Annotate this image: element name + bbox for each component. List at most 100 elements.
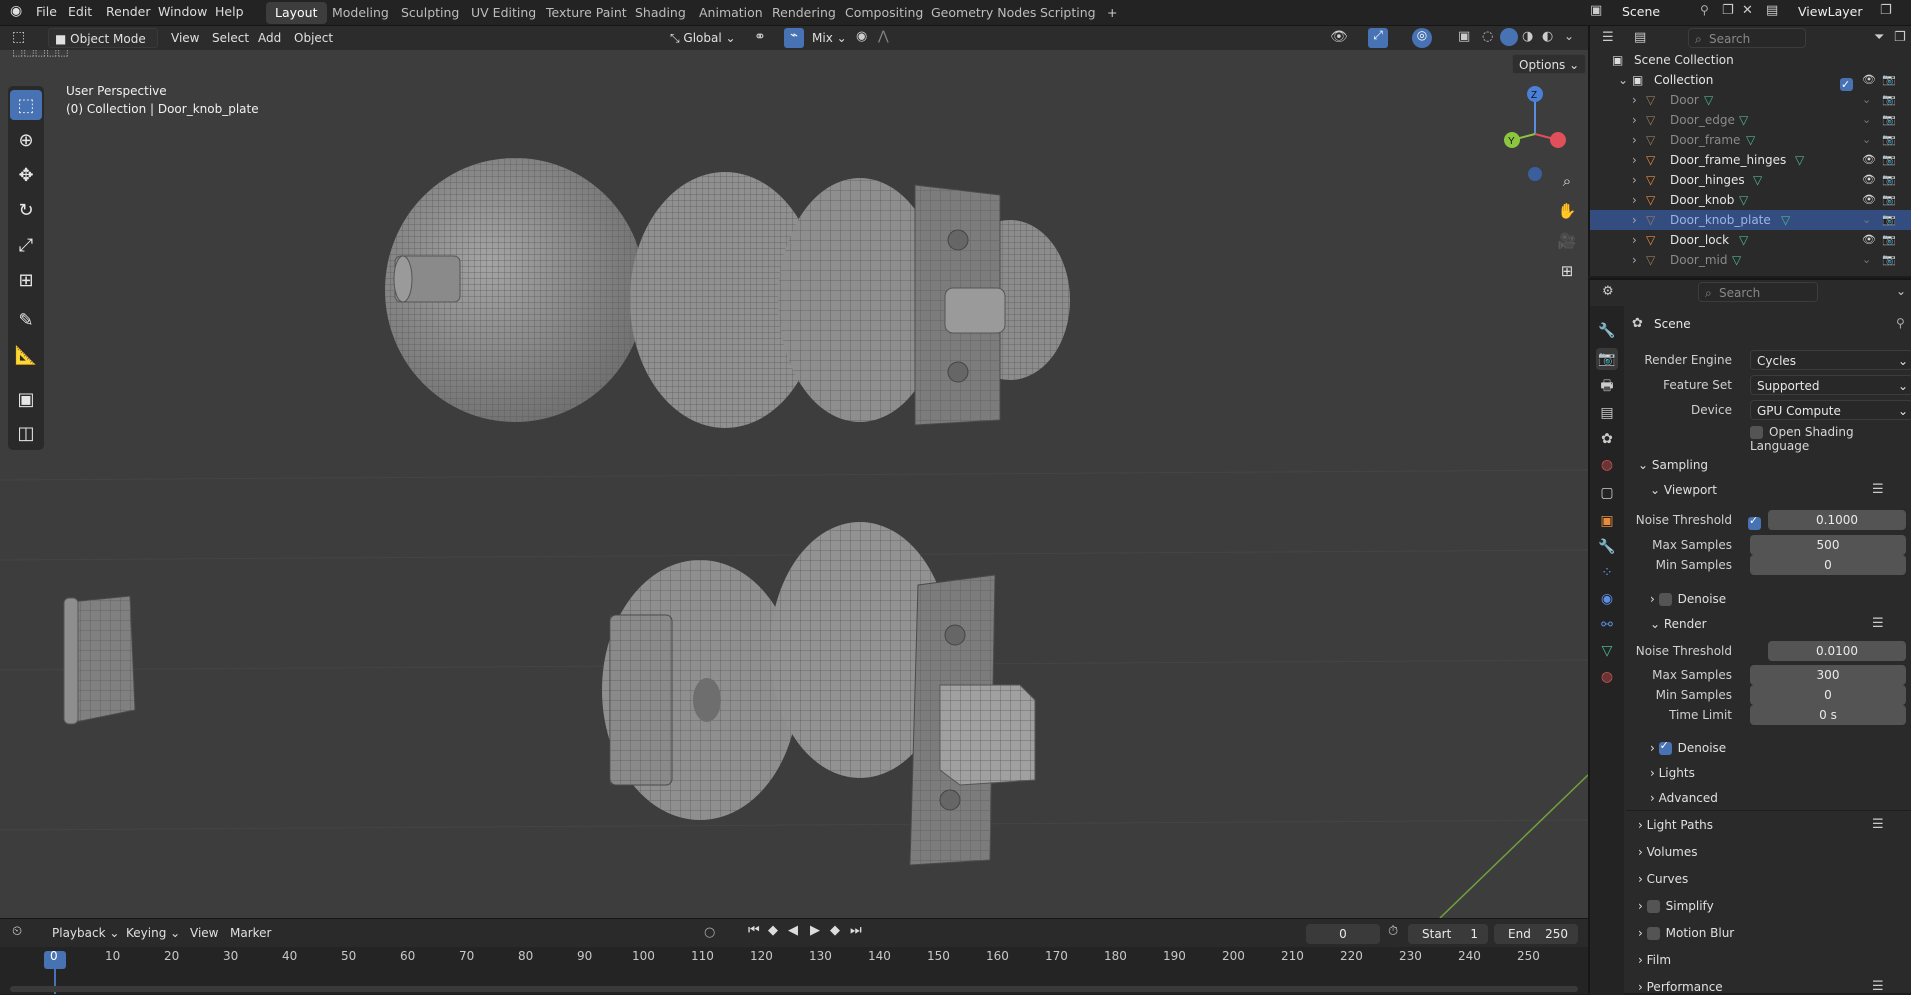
mesh-data-icon[interactable]: ▽ (1739, 190, 1748, 210)
blender-logo-icon[interactable]: ◉ (10, 3, 22, 19)
tool-tab-icon[interactable]: 🔧 (1596, 320, 1618, 342)
add-workspace-button[interactable]: + (1098, 2, 1126, 24)
play-icon[interactable]: ▶ (810, 923, 820, 938)
select-box-tool-icon[interactable]: ⬚ (10, 90, 42, 120)
play-reverse-icon[interactable]: ◀ (788, 923, 798, 938)
solid-shading-icon[interactable] (1500, 28, 1518, 46)
outliner-row-object[interactable]: › ▽ Door_edge ▽ ⌄ 📷 (1590, 110, 1911, 130)
view-layer-field[interactable]: ViewLayer (1798, 4, 1863, 19)
jump-end-icon[interactable]: ⏭ (850, 923, 862, 938)
eye-icon[interactable]: 👁 (1862, 150, 1876, 170)
mesh-data-icon[interactable]: ▽ (1732, 250, 1741, 270)
select-menu[interactable]: Select (206, 28, 255, 48)
expand-chevron-icon[interactable]: › (1632, 230, 1637, 250)
particles-tab-icon[interactable]: ⁘ (1596, 562, 1618, 584)
editor-type-icon[interactable]: ⬚ (12, 29, 25, 45)
eye-icon[interactable]: 👁 (1862, 190, 1876, 210)
display-mode-icon[interactable]: ▤ (1634, 30, 1646, 45)
add-cube-tool-icon[interactable]: ▣ (10, 384, 42, 414)
physics-tab-icon[interactable]: ◉ (1596, 588, 1618, 610)
viewport-noise-threshold-field[interactable]: 0.1000 (1768, 510, 1906, 530)
current-frame-field[interactable]: 0 (1306, 924, 1380, 944)
render-camera-icon[interactable]: 📷 (1882, 250, 1896, 270)
material-tab-icon[interactable]: ◍ (1596, 666, 1618, 688)
render-camera-icon[interactable]: 📷 (1882, 170, 1896, 190)
pan-hand-icon[interactable]: ✋ (1554, 198, 1580, 224)
render-camera-icon[interactable]: 📷 (1882, 190, 1896, 210)
render-camera-icon[interactable]: 📷 (1882, 210, 1896, 230)
output-tab-icon[interactable]: 🖶 (1596, 376, 1618, 398)
render-camera-icon[interactable]: 📷 (1882, 110, 1896, 130)
add-object-tool-icon[interactable]: ◫ (10, 418, 42, 448)
snap-mode-dropdown[interactable]: Mix ⌄ (806, 28, 853, 48)
gizmo-toggle-icon[interactable]: ⤢ (1368, 28, 1388, 48)
menu-window[interactable]: Window (158, 4, 207, 19)
select-mode-icons[interactable]: ⬚⬚⬚⬚⬚ (12, 50, 69, 58)
render-camera-icon[interactable]: 📷 (1882, 130, 1896, 150)
render-subpanel-header[interactable]: ⌄ Render (1650, 617, 1707, 631)
constraints-tab-icon[interactable]: ⚯ (1596, 614, 1618, 636)
volumes-panel-header[interactable]: › Volumes (1638, 845, 1698, 859)
preview-range-icon[interactable]: ⏱ (1388, 924, 1398, 939)
playback-menu[interactable]: Playback ⌄ (46, 923, 125, 943)
timeline-editor-type-icon[interactable]: ⏲ (12, 924, 22, 939)
door-lock-mesh[interactable] (602, 522, 1036, 866)
viewport-denoise-subpanel[interactable]: › Denoise (1650, 592, 1726, 606)
collection-tab-icon[interactable]: ▢ (1596, 482, 1618, 504)
outliner-row-object[interactable]: › ▽ Door_knob ▽ 👁 📷 (1590, 190, 1911, 210)
eye-closed-icon[interactable]: ⌄ (1862, 130, 1871, 150)
cursor-tool-icon[interactable]: ⊕ (10, 125, 42, 155)
collapse-chevron-icon[interactable]: ⌄ (1618, 70, 1628, 90)
presets-list-icon[interactable]: ☰ (1872, 817, 1884, 832)
camera-view-icon[interactable]: 🎥 (1554, 228, 1580, 254)
feature-set-dropdown[interactable]: Supported ⌄ (1750, 375, 1911, 395)
snap-toggle-icon[interactable]: ⌁ (784, 28, 804, 48)
door-hinge-mesh[interactable] (63, 595, 136, 725)
viewport-noise-threshold-checkbox[interactable] (1748, 514, 1761, 530)
3d-viewport[interactable]: ⬚ ⊕ ✥ ↻ ⤢ ⊞ ✎ 📐 ▣ ◫ ⬚⬚⬚⬚⬚ User Perspecti… (0, 50, 1588, 918)
filter-icon[interactable]: ⏷ (1874, 30, 1884, 45)
workspace-tab-compositing[interactable]: Compositing (836, 2, 932, 24)
presets-list-icon[interactable]: ☰ (1872, 616, 1884, 631)
options-dropdown[interactable]: Options ⌄ (1512, 54, 1587, 74)
proportional-edit-icon[interactable]: ◉ (856, 29, 867, 44)
new-scene-icon[interactable]: ❐ (1722, 3, 1734, 18)
viewport-max-samples-field[interactable]: 500 (1750, 535, 1906, 555)
expand-chevron-icon[interactable]: › (1632, 110, 1637, 130)
jump-start-icon[interactable]: ⏮ (748, 923, 760, 938)
data-tab-icon[interactable]: ▽ (1596, 640, 1618, 662)
zoom-icon[interactable]: ⌕ (1554, 168, 1580, 194)
outliner-row-object[interactable]: › ▽ Door ▽ ⌄ 📷 (1590, 90, 1911, 110)
mesh-data-icon[interactable]: ▽ (1781, 210, 1790, 230)
time-limit-field[interactable]: 0 s (1750, 705, 1906, 725)
mesh-data-icon[interactable]: ▽ (1739, 230, 1748, 250)
eye-icon[interactable]: 👁 (1862, 70, 1876, 90)
eye-icon[interactable]: 👁 (1862, 170, 1876, 190)
render-camera-icon[interactable]: 📷 (1882, 90, 1896, 110)
annotate-tool-icon[interactable]: ✎ (10, 305, 42, 335)
menu-render[interactable]: Render (106, 4, 151, 19)
transform-tool-icon[interactable]: ⊞ (10, 265, 42, 295)
visibility-icon[interactable]: 👁 (1330, 29, 1348, 45)
render-tab-icon[interactable]: 📷 (1596, 348, 1618, 370)
shading-options-chevron-icon[interactable]: ⌄ (1564, 29, 1574, 43)
render-denoise-checkbox[interactable] (1658, 739, 1672, 755)
render-max-samples-field[interactable]: 300 (1750, 665, 1906, 685)
workspace-tab-layout[interactable]: Layout (266, 2, 327, 24)
measure-tool-icon[interactable]: 📐 (10, 340, 42, 370)
eye-closed-icon[interactable]: ⌄ (1862, 90, 1871, 110)
render-camera-icon[interactable]: 📷 (1882, 150, 1896, 170)
chevron-down-icon[interactable]: ⌄ (1896, 284, 1906, 298)
scene-tab-icon[interactable]: ✿ (1596, 428, 1618, 450)
viewport-denoise-checkbox[interactable] (1658, 593, 1672, 606)
viewport-subpanel-header[interactable]: ⌄ Viewport (1650, 483, 1717, 497)
eye-icon[interactable]: 👁 (1862, 230, 1876, 250)
expand-chevron-icon[interactable]: › (1632, 190, 1637, 210)
render-min-samples-field[interactable]: 0 (1750, 685, 1906, 705)
render-engine-dropdown[interactable]: Cycles ⌄ (1750, 350, 1911, 370)
wireframe-shading-icon[interactable]: ◌ (1482, 29, 1493, 44)
motion-blur-checkbox[interactable] (1646, 927, 1660, 940)
object-tab-icon[interactable]: ▣ (1596, 510, 1618, 532)
scene-selector-icon[interactable]: ▣ (1590, 3, 1602, 18)
motion-blur-panel-header[interactable]: › Motion Blur (1638, 926, 1734, 940)
